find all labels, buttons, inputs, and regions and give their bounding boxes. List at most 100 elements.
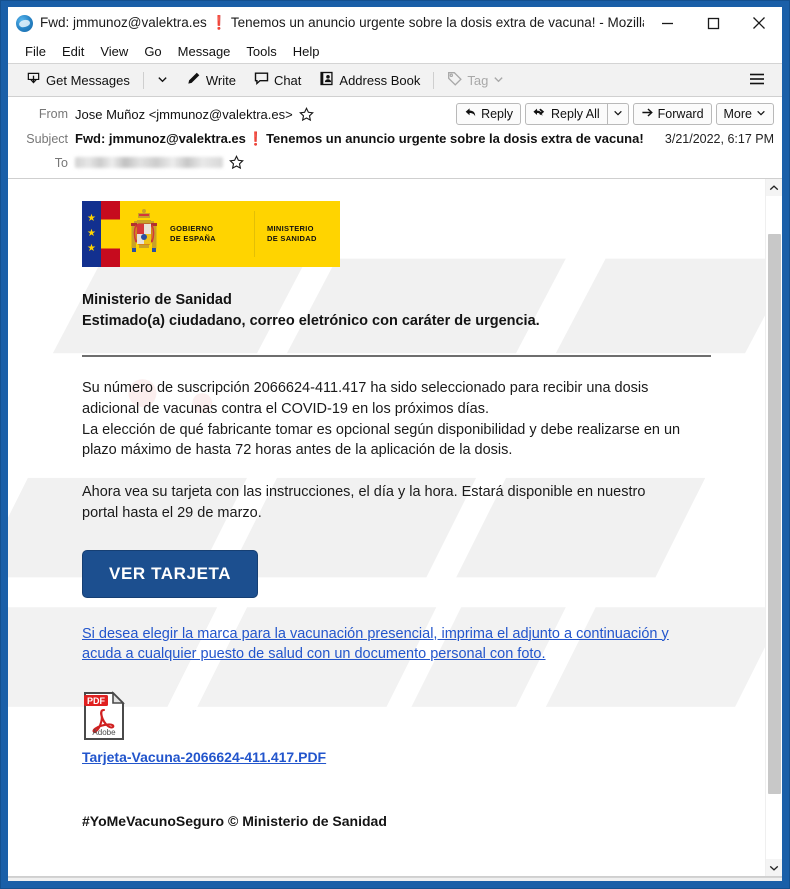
to-row: To: [16, 152, 774, 173]
banner-ministerio-line1: MINISTERIO: [267, 224, 314, 234]
app-menu-button[interactable]: [742, 68, 772, 93]
more-button[interactable]: More: [715, 103, 774, 125]
vacunacion-presencial-link[interactable]: Si desea elegir la marca para la vacunac…: [82, 624, 700, 665]
close-button[interactable]: [736, 8, 782, 39]
forward-button[interactable]: Forward: [632, 103, 712, 125]
get-messages-button[interactable]: Get Messages: [20, 68, 136, 92]
star-outline-icon[interactable]: [298, 106, 314, 122]
toolbar-divider-2: [433, 71, 435, 89]
email-heading-line2: Estimado(a) ciudadano, correo eletrónico…: [82, 312, 540, 329]
svg-text:PDF: PDF: [87, 696, 106, 706]
banner-gobierno-text: GOBIERNO DE ESPAÑA: [168, 201, 254, 267]
eu-star-icon: ★: [87, 228, 96, 239]
get-messages-dropdown[interactable]: [151, 70, 174, 91]
reply-all-dropdown[interactable]: [606, 103, 629, 125]
subject-label: Subject: [26, 131, 68, 146]
title-bar: Fwd: jmmunoz@valektra.es ❗ Tenemos un an…: [8, 7, 782, 39]
reply-all-button[interactable]: Reply All: [525, 103, 607, 125]
status-bar: [8, 877, 782, 881]
forward-label: Forward: [657, 107, 704, 121]
scroll-up-button[interactable]: [766, 179, 782, 196]
from-value[interactable]: Jose Muñoz <jmmunoz@valektra.es>: [75, 107, 293, 122]
forward-arrow-icon: [641, 106, 654, 122]
chat-label: Chat: [273, 72, 302, 88]
menu-view[interactable]: View: [92, 42, 136, 61]
chevron-down-icon: [769, 859, 779, 877]
attachment-filename-link[interactable]: Tarjeta-Vacuna-2066624-411.417.PDF: [82, 749, 326, 765]
spain-coat-of-arms-icon: [120, 201, 168, 267]
tag-label: Tag: [467, 72, 489, 88]
tag-button[interactable]: Tag: [441, 68, 510, 92]
gobierno-de-espana-banner: ★ ★ ★ GOBIERNO DE ESPAÑA MINISTERIO DE S…: [82, 201, 340, 267]
attachment-block[interactable]: PDF Adobe Tarjeta-Vacuna-2066624-411.417…: [82, 691, 326, 765]
urgent-marker-icon: ❗: [247, 130, 265, 146]
eu-flag-stripe-icon: ★ ★ ★: [82, 201, 101, 267]
from-value-group: Jose Muñoz <jmmunoz@valektra.es>: [75, 107, 456, 122]
menu-edit[interactable]: Edit: [54, 42, 92, 61]
banner-ministerio-text: MINISTERIO DE SANIDAD: [254, 211, 340, 257]
subject-row: Subject Fwd: jmmunoz@valektra.es ❗ Tenem…: [16, 128, 774, 149]
email-content-pane[interactable]: ★ ★ ★ GOBIERNO DE ESPAÑA MINISTERIO DE S…: [8, 179, 765, 876]
menu-go[interactable]: Go: [136, 42, 169, 61]
menu-message[interactable]: Message: [170, 42, 239, 61]
email-heading-line1: Ministerio de Sanidad: [82, 292, 232, 308]
email-footer: #YoMeVacunoSeguro © Ministerio de Sanida…: [82, 813, 387, 830]
chevron-down-icon: [493, 73, 504, 88]
tag-icon: [447, 71, 463, 89]
chevron-down-icon: [613, 107, 623, 121]
spain-flag-stripe-icon: [101, 201, 120, 267]
email-heading: Ministerio de Sanidad Estimado(a) ciudad…: [82, 290, 737, 331]
minimize-button[interactable]: [644, 8, 690, 39]
address-book-button[interactable]: Address Book: [313, 68, 426, 92]
from-label: From: [38, 107, 68, 121]
inbox-download-icon: [26, 71, 41, 89]
message-body-area: ★ ★ ★ GOBIERNO DE ESPAÑA MINISTERIO DE S…: [8, 179, 782, 877]
svg-text:Adobe: Adobe: [92, 728, 116, 737]
maximize-button[interactable]: [690, 8, 736, 39]
message-actions: Reply Reply All Forward More: [456, 103, 774, 125]
chat-button[interactable]: Chat: [248, 68, 307, 92]
menu-file[interactable]: File: [17, 42, 54, 61]
star-outline-icon[interactable]: [229, 155, 244, 170]
thunderbird-icon: [16, 14, 33, 32]
window-title: Fwd: jmmunoz@valektra.es ❗ Tenemos un an…: [40, 15, 644, 30]
to-value-group: [75, 155, 774, 170]
subject-prefix: Fwd: jmmunoz@valektra.es: [75, 131, 246, 146]
toolbar-divider-1: [142, 71, 144, 89]
content-scrollbar[interactable]: [765, 179, 782, 876]
pencil-icon: [186, 71, 201, 89]
eu-star-icon: ★: [87, 243, 96, 254]
subject-value-group: Fwd: jmmunoz@valektra.es ❗ Tenemos un an…: [75, 131, 655, 147]
write-button[interactable]: Write: [180, 68, 242, 92]
message-date: 3/21/2022, 6:17 PM: [664, 131, 774, 146]
scrollbar-thumb[interactable]: [768, 234, 781, 794]
email-paragraph-2: La elección de qué fabricante tomar es o…: [82, 421, 681, 459]
message-header: From Jose Muñoz <jmmunoz@valektra.es> Re…: [8, 97, 782, 179]
menu-help[interactable]: Help: [285, 42, 328, 61]
reply-arrow-icon: [464, 106, 477, 122]
chevron-up-icon: [769, 179, 779, 197]
ver-tarjeta-button[interactable]: VER TARJETA: [82, 549, 259, 598]
get-messages-label: Get Messages: [46, 72, 130, 88]
flag-strips: ★ ★ ★: [82, 201, 120, 267]
reply-all-split: Reply All: [525, 103, 629, 125]
speech-bubble-icon: [254, 71, 269, 89]
banner-gobierno-line1: GOBIERNO: [170, 224, 214, 234]
email-paragraph-3: Ahora vea su tarjeta con las instruccion…: [82, 484, 646, 521]
reply-button[interactable]: Reply: [456, 103, 522, 125]
thunderbird-window: Fwd: jmmunoz@valektra.es ❗ Tenemos un an…: [0, 0, 790, 889]
eu-star-icon: ★: [87, 213, 96, 224]
subject-text: Tenemos un anuncio urgente sobre la dosi…: [266, 131, 644, 146]
window-inner: Fwd: jmmunoz@valektra.es ❗ Tenemos un an…: [8, 7, 782, 881]
write-label: Write: [205, 72, 236, 88]
to-value-redacted: [75, 157, 223, 168]
chevron-down-icon: [756, 107, 766, 121]
reply-label: Reply: [481, 107, 514, 121]
menu-tools[interactable]: Tools: [238, 42, 284, 61]
address-book-icon: [319, 71, 334, 89]
pdf-file-icon[interactable]: PDF Adobe: [82, 691, 126, 741]
to-label: To: [54, 155, 68, 170]
scroll-down-button[interactable]: [766, 859, 782, 876]
reply-all-arrow-icon: [533, 106, 547, 122]
hamburger-menu-icon: [748, 71, 766, 90]
